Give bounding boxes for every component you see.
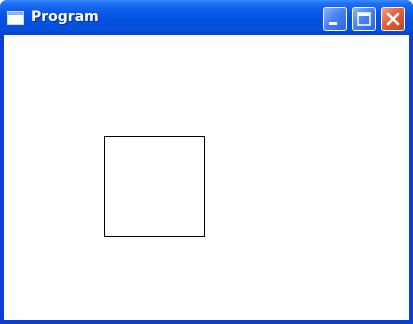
program-window: Program: [0, 0, 413, 324]
outlined-square: [104, 136, 205, 237]
window-icon[interactable]: [7, 11, 24, 25]
title-bar[interactable]: Program: [0, 0, 413, 35]
close-icon: [386, 12, 400, 26]
minimize-icon: [329, 22, 337, 25]
client-area[interactable]: [4, 35, 409, 320]
close-button[interactable]: [381, 7, 405, 31]
maximize-icon: [357, 12, 371, 26]
window-title: Program: [31, 9, 99, 25]
maximize-button[interactable]: [352, 7, 376, 31]
minimize-button[interactable]: [323, 7, 347, 31]
